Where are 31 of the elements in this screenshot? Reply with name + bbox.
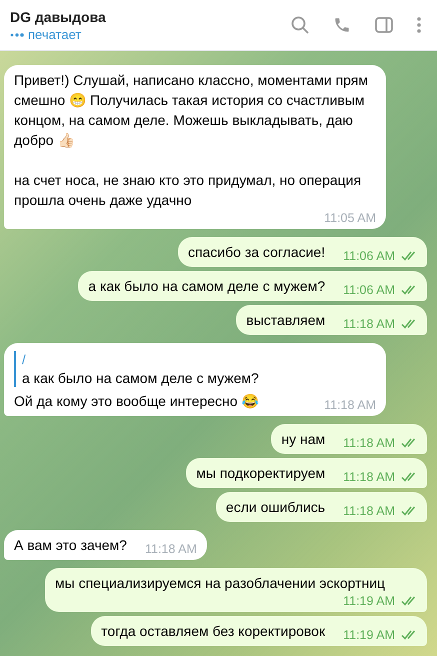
- message-text: А вам это зачем?: [14, 536, 127, 555]
- message-text: Привет!) Слушай, написано классно, моментами прям смешно 😁 Получилась такая история со счастливым концом, на самом деле. Можешь выкладывать, даю добро 👍🏻 на счет носа, не знаю кто это придумал, но операция прошла очень даже удачно: [14, 71, 370, 210]
- message-time: 11:18 AM: [144, 541, 197, 557]
- typing-status: печатает: [28, 27, 82, 43]
- message-text: а как было на самом деле с мужем?: [88, 277, 326, 296]
- more-icon[interactable]: [417, 17, 421, 33]
- sidebar-toggle-icon[interactable]: [375, 17, 393, 33]
- reply-author: /: [22, 351, 27, 369]
- typing-dots-icon: [10, 33, 24, 37]
- message-time: 11:18 AM: [343, 469, 395, 485]
- message-text: если ошиблись: [226, 498, 326, 517]
- message-time: 11:06 AM: [343, 248, 395, 264]
- phone-icon[interactable]: [333, 16, 351, 34]
- message-time: 11:18 AM: [343, 503, 395, 519]
- message-text: ну нам: [281, 430, 326, 449]
- message-text: тогда оставляем без коректировок: [101, 622, 326, 641]
- chat-title: DG давыдова: [10, 8, 107, 27]
- message-text: спасибо за согласие!: [188, 243, 326, 262]
- message-time: 11:05 AM: [324, 210, 376, 226]
- message-time: 11:18 AM: [343, 316, 395, 332]
- message-time: 11:19 AM: [343, 593, 395, 609]
- message-time: 11:18 AM: [324, 397, 376, 413]
- message-text: мы подкоректируем: [196, 464, 326, 483]
- message-time: 11:19 AM: [343, 627, 395, 643]
- message-text: выставляем: [246, 311, 326, 330]
- message-text: мы специализируемся на разоблачении эскортниц: [55, 574, 386, 593]
- message-time: 11:06 AM: [343, 282, 395, 298]
- message-time: 11:18 AM: [343, 435, 395, 451]
- search-icon[interactable]: [291, 16, 309, 34]
- message-text: Ой да кому это вообще интересно 😂: [14, 392, 258, 411]
- reply-quote: а как было на самом деле с мужем?: [22, 369, 260, 387]
